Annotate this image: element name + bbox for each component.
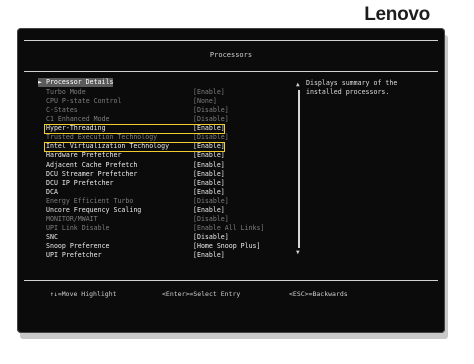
- menu-item-value[interactable]: [Enable]: [193, 161, 225, 170]
- menu-item-label[interactable]: DCU Streamer Prefetcher: [46, 170, 137, 179]
- menu-item-value: [Disable]: [193, 196, 229, 205]
- help-text-line: installed processors.: [306, 88, 390, 96]
- menu-item-value[interactable]: [Enable]: [193, 151, 225, 160]
- menu-item-label: CPU P-state Control: [46, 97, 122, 106]
- page-title: Processors: [209, 51, 253, 59]
- highlight-box-hyper-threading: [44, 124, 225, 134]
- menu-item-label[interactable]: DCA: [46, 188, 58, 197]
- menu-item-value: [Enable]: [193, 88, 225, 96]
- menu-item-label[interactable]: DCU IP Prefetcher: [46, 179, 114, 188]
- lenovo-logo: Lenovo: [364, 4, 430, 25]
- menu-item-label: Energy Efficient Turbo: [46, 196, 134, 205]
- footer-select-entry: <Enter>=Select Entry: [162, 290, 241, 298]
- menu-item-value: [Enable All Links]: [193, 223, 265, 232]
- menu-item-label: C1 Enhanced Mode: [46, 115, 110, 124]
- menu-item-label: MONITOR/MWAIT: [46, 214, 98, 223]
- menu-item-label: C-States: [46, 106, 78, 115]
- menu-item-label[interactable]: Adjacent Cache Prefetch: [46, 161, 137, 170]
- menu-item-value[interactable]: [Home Snoop Plus]: [193, 242, 261, 251]
- footer-move-highlight: ↑↓=Move Highlight: [50, 290, 117, 298]
- menu-item-value: [Disable]: [193, 214, 229, 223]
- menu-item-label[interactable]: SNC: [46, 233, 58, 242]
- help-text-line: Displays summary of the: [306, 79, 398, 87]
- triangle-right-icon: ►: [38, 78, 46, 86]
- top-divider: [24, 40, 438, 41]
- menu-item-label: UPI Link Disable: [46, 223, 110, 232]
- menu-item-value[interactable]: [Enable]: [193, 206, 225, 215]
- menu-item-label: Processor Details: [45, 78, 114, 86]
- menu-item-value: [Disable]: [193, 106, 229, 115]
- menu-item-label: Trusted Execution Technology: [46, 133, 158, 142]
- menu-item-value: [Disable]: [193, 115, 229, 124]
- menu-item-value[interactable]: [Enable]: [193, 170, 225, 179]
- bios-screen: Processors ► Processor Details Turbo Mod…: [17, 28, 445, 333]
- scroll-down-arrow-icon[interactable]: ▼: [296, 250, 300, 256]
- menu-item-label[interactable]: Snoop Preference: [46, 242, 110, 251]
- menu-item-value: [None]: [193, 97, 217, 106]
- scroll-up-arrow-icon[interactable]: ▲: [296, 82, 300, 88]
- menu-item-value[interactable]: [Enable]: [193, 179, 225, 188]
- menu-item-processor-details[interactable]: ► Processor Details: [38, 78, 114, 87]
- menu-item-value[interactable]: [Enable]: [193, 251, 225, 260]
- menu-item-label: Turbo Mode: [46, 88, 86, 96]
- menu-item-value[interactable]: [Enable]: [193, 188, 225, 197]
- scrollbar[interactable]: ▲ ▼: [296, 82, 301, 256]
- menu-item-label[interactable]: UPI Prefetcher: [46, 251, 102, 260]
- help-panel: Displays summary of the installed proces…: [306, 79, 416, 97]
- scrollbar-track[interactable]: [298, 90, 300, 248]
- title-divider: [24, 71, 438, 72]
- footer-backwards: <ESC>=Backwards: [289, 290, 348, 298]
- menu-item-label[interactable]: Hardware Prefetcher: [46, 151, 121, 160]
- highlight-box-virtualization: [44, 142, 225, 152]
- footer-divider: [24, 280, 438, 281]
- menu-item-value[interactable]: [Disable]: [193, 233, 229, 242]
- menu-item-value: [Disable]: [193, 133, 229, 142]
- menu-item-label[interactable]: Uncore Frequency Scaling: [46, 206, 141, 215]
